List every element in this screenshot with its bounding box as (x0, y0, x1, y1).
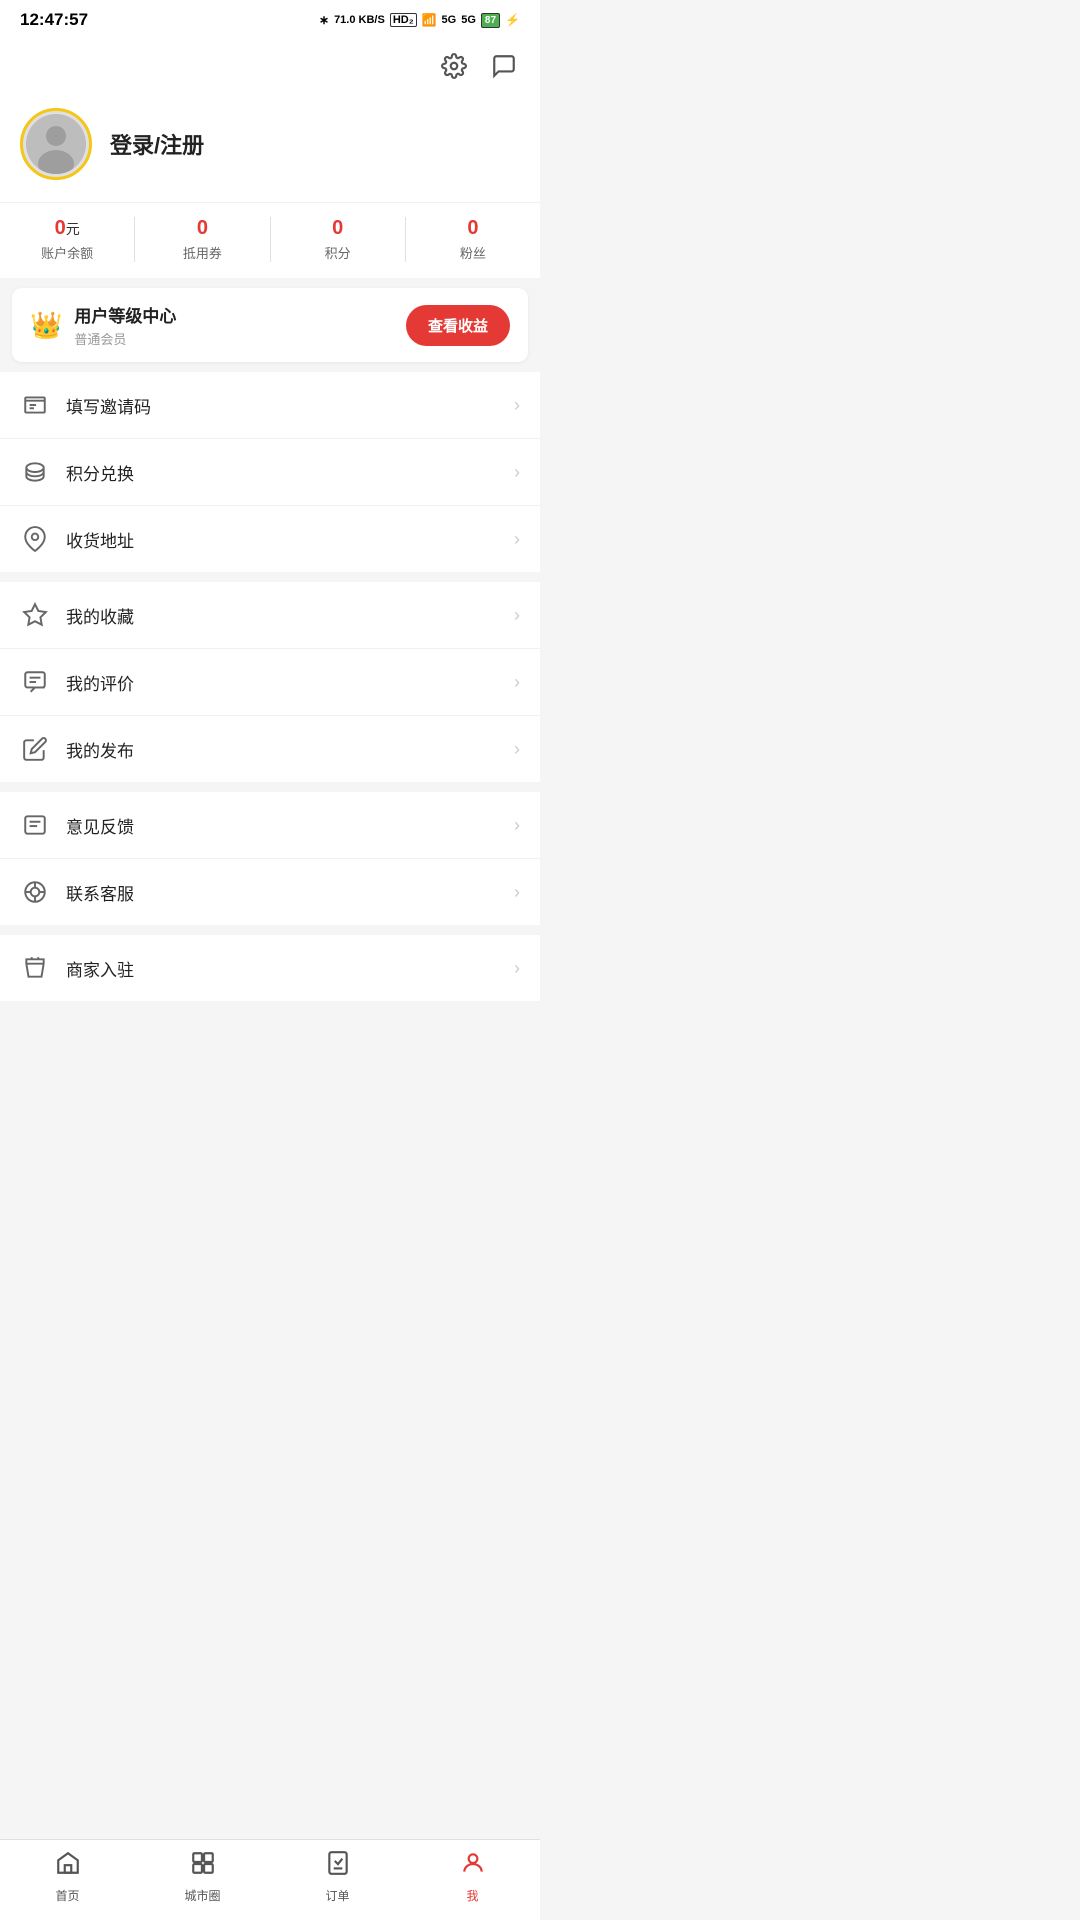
address-arrow: › (514, 529, 520, 550)
reviews-label: 我的评价 (66, 670, 498, 695)
service-label: 联系客服 (66, 880, 498, 905)
reviews-arrow: › (514, 672, 520, 693)
avatar-wrapper[interactable] (20, 108, 92, 180)
home-label: 首页 (55, 1887, 79, 1904)
stat-points[interactable]: 0 积分 (271, 217, 406, 262)
menu-item-points[interactable]: 积分兑换 › (0, 439, 540, 506)
points-exchange-icon (20, 457, 50, 487)
address-icon (20, 524, 50, 554)
settings-button[interactable] (436, 48, 472, 84)
signal-5g-2: 5G (461, 14, 476, 26)
menu-item-address[interactable]: 收货地址 › (0, 506, 540, 572)
header (0, 38, 540, 94)
invite-icon (20, 390, 50, 420)
merchant-arrow: › (514, 958, 520, 979)
feedback-icon (20, 810, 50, 840)
stat-coupon[interactable]: 0 抵用券 (135, 217, 270, 262)
points-arrow: › (514, 462, 520, 483)
menu-group-4: 商家入驻 › (0, 935, 540, 1001)
points-value: 0 (332, 217, 343, 240)
merchant-label: 商家入驻 (66, 956, 498, 981)
menu-group-1: 填写邀请码 › 积分兑换 › 收货地址 › (0, 372, 540, 572)
publish-icon (20, 734, 50, 764)
profile-nav-icon (460, 1850, 486, 1883)
status-bar: 12:47:57 ∗ 71.0 KB/S HD₂ 📶 5G 5G 87 ⚡ (0, 0, 540, 38)
bluetooth-icon: ∗ (319, 13, 329, 27)
orders-icon (325, 1850, 351, 1883)
coupon-value: 0 (197, 217, 208, 240)
bottom-nav: 首页 城市圈 订单 我 (0, 1839, 540, 1920)
hd-badge: HD₂ (390, 13, 417, 27)
balance-label: 账户余额 (41, 243, 93, 262)
publish-label: 我的发布 (66, 737, 498, 762)
home-icon (55, 1850, 81, 1883)
orders-label: 订单 (325, 1887, 349, 1904)
login-register-button[interactable]: 登录/注册 (110, 128, 204, 160)
favorites-icon (20, 600, 50, 630)
publish-arrow: › (514, 739, 520, 760)
status-time: 12:47:57 (20, 10, 88, 30)
stats-row: 0元 账户余额 0 抵用券 0 积分 0 粉丝 (0, 202, 540, 278)
stat-balance[interactable]: 0元 账户余额 (0, 217, 135, 262)
profile-section: 登录/注册 0元 账户余额 0 抵用券 0 积分 0 粉丝 (0, 94, 540, 278)
nav-city[interactable]: 城市圈 (135, 1850, 270, 1904)
points-label: 积分 (325, 243, 351, 262)
invite-arrow: › (514, 395, 520, 416)
menu-item-merchant[interactable]: 商家入驻 › (0, 935, 540, 1001)
fans-label: 粉丝 (460, 243, 486, 262)
profile-nav-label: 我 (466, 1887, 478, 1904)
charging-icon: ⚡ (505, 13, 520, 27)
nav-profile[interactable]: 我 (405, 1850, 540, 1904)
view-earnings-button[interactable]: 查看收益 (406, 305, 510, 346)
menu-item-publish[interactable]: 我的发布 › (0, 716, 540, 782)
crown-icon: 👑 (30, 310, 62, 341)
level-info: 👑 用户等级中心 普通会员 (30, 302, 176, 348)
reviews-icon (20, 667, 50, 697)
menu-item-invite[interactable]: 填写邀请码 › (0, 372, 540, 439)
feedback-arrow: › (514, 815, 520, 836)
invite-label: 填写邀请码 (66, 393, 498, 418)
favorites-label: 我的收藏 (66, 603, 498, 628)
points-label: 积分兑换 (66, 460, 498, 485)
merchant-icon (20, 953, 50, 983)
level-card: 👑 用户等级中心 普通会员 查看收益 (12, 288, 528, 362)
city-icon (190, 1850, 216, 1883)
menu-group-2: 我的收藏 › 我的评价 › 我的发布 › (0, 582, 540, 782)
coupon-label: 抵用券 (183, 243, 222, 262)
signal-5g-1: 5G (442, 14, 457, 26)
nav-orders[interactable]: 订单 (270, 1850, 405, 1904)
address-label: 收货地址 (66, 527, 498, 552)
stat-fans[interactable]: 0 粉丝 (406, 217, 540, 262)
battery-indicator: 87 (481, 13, 500, 28)
city-label: 城市圈 (184, 1887, 220, 1904)
avatar (26, 114, 86, 174)
feedback-label: 意见反馈 (66, 813, 498, 838)
speed-indicator: 71.0 KB/S (334, 14, 385, 26)
level-title: 用户等级中心 (74, 302, 176, 327)
service-arrow: › (514, 882, 520, 903)
balance-value: 0元 (55, 217, 80, 240)
message-button[interactable] (486, 48, 522, 84)
wifi-icon: 📶 (422, 13, 437, 27)
service-icon (20, 877, 50, 907)
level-subtitle: 普通会员 (74, 329, 176, 348)
menu-group-3: 意见反馈 › 联系客服 › (0, 792, 540, 925)
menu-item-service[interactable]: 联系客服 › (0, 859, 540, 925)
fans-value: 0 (467, 217, 478, 240)
status-icons: ∗ 71.0 KB/S HD₂ 📶 5G 5G 87 ⚡ (319, 13, 520, 28)
level-texts: 用户等级中心 普通会员 (74, 302, 176, 348)
menu-item-favorites[interactable]: 我的收藏 › (0, 582, 540, 649)
menu-item-feedback[interactable]: 意见反馈 › (0, 792, 540, 859)
menu-item-reviews[interactable]: 我的评价 › (0, 649, 540, 716)
nav-home[interactable]: 首页 (0, 1850, 135, 1904)
favorites-arrow: › (514, 605, 520, 626)
